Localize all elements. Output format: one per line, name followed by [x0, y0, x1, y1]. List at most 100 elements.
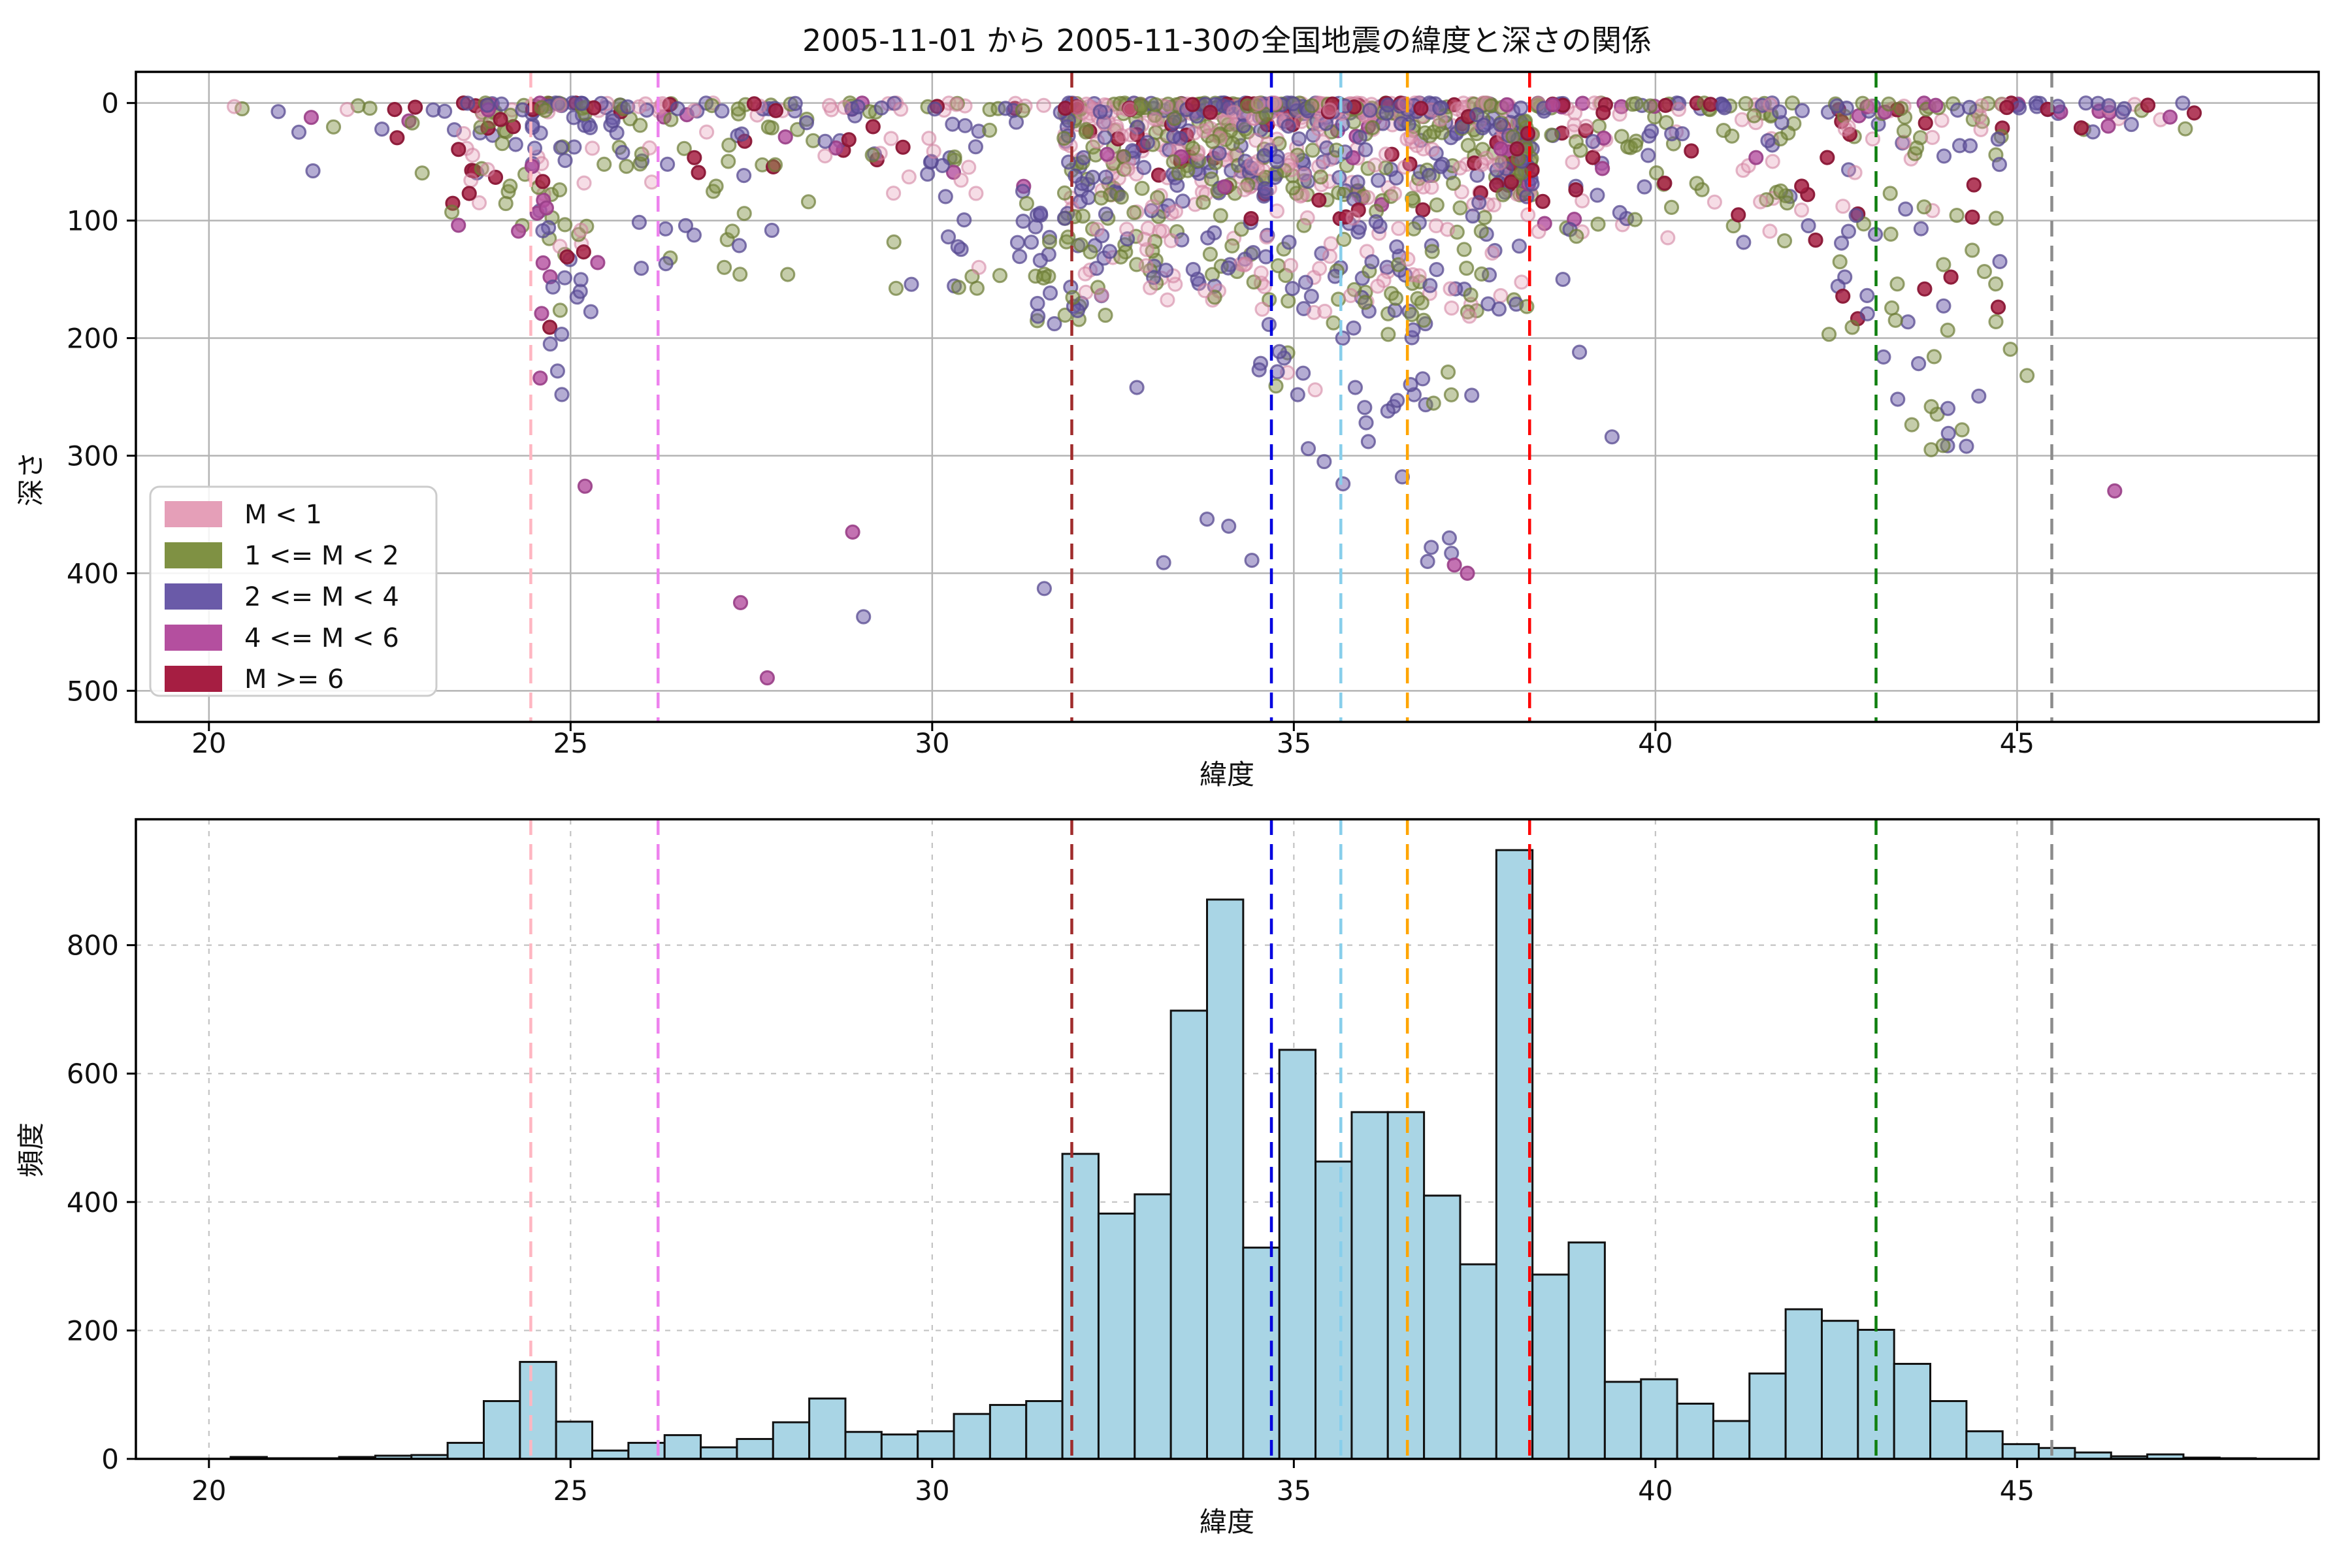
scatter-point	[1307, 382, 1323, 398]
scatter-point	[1471, 195, 1487, 210]
scatter-point	[1469, 107, 1485, 123]
scatter-point	[1898, 201, 1914, 217]
scatter-point	[1505, 129, 1521, 144]
scatter-point	[1446, 175, 1462, 191]
scatter-point	[1093, 190, 1109, 206]
scatter-point	[1923, 399, 1939, 415]
hist-xaxis-label: 緯度	[1200, 1506, 1254, 1538]
x-tick-label: 45	[2000, 1475, 2034, 1507]
scatter-point	[1296, 167, 1312, 183]
scatter-point	[736, 168, 752, 184]
scatter-point	[1460, 565, 1475, 581]
scatter-point	[532, 370, 548, 386]
scatter-point	[1145, 199, 1160, 214]
scatter-point	[1311, 192, 1327, 208]
scatter-point	[730, 101, 746, 117]
scatter-point	[1793, 202, 1810, 218]
scatter-point	[1524, 176, 1540, 192]
scatter-point	[927, 101, 943, 117]
scatter-point	[1478, 150, 1494, 166]
scatter-point	[1794, 103, 1810, 118]
scatter-point	[1628, 96, 1644, 112]
scatter-point	[1362, 103, 1378, 118]
histogram-bar	[591, 1449, 630, 1460]
scatter-point	[1147, 112, 1163, 127]
scatter-point	[1832, 254, 1848, 270]
scatter-point	[1254, 301, 1270, 317]
scatter-point	[1657, 175, 1673, 191]
scatter-point	[1918, 115, 1933, 131]
scatter-point	[1520, 125, 1536, 141]
scatter-point	[1326, 315, 1341, 331]
scatter-point	[460, 95, 476, 111]
scatter-point	[777, 129, 793, 145]
scatter-point	[841, 132, 857, 148]
scatter-point	[1299, 210, 1315, 225]
scatter-point	[1492, 155, 1507, 171]
scatter-point	[493, 96, 510, 112]
scatter-point	[325, 119, 342, 135]
scatter-point	[1748, 150, 1764, 165]
legend-swatch-green	[165, 542, 222, 568]
scatter-point	[1689, 176, 1705, 191]
scatter-point	[1642, 98, 1658, 114]
scatter-point	[619, 159, 634, 174]
scatter-point	[1433, 159, 1448, 174]
scatter-point	[577, 478, 593, 494]
histogram-bar	[1061, 1152, 1100, 1460]
histogram-bar	[917, 1430, 955, 1460]
scatter-point	[1313, 169, 1329, 185]
scatter-point	[1821, 327, 1837, 342]
scatter-point	[1545, 97, 1561, 113]
scatter-point	[1099, 146, 1115, 162]
histogram-bar	[1206, 898, 1245, 1460]
scatter-point	[631, 99, 647, 114]
y-tick-label: 0	[101, 88, 119, 120]
scatter-point	[1452, 160, 1468, 176]
scatter-point	[1389, 239, 1405, 255]
scatter-point	[2050, 99, 2066, 114]
scatter-point	[1464, 387, 1480, 403]
scatter-point	[1990, 131, 2006, 147]
histogram-bar	[1640, 1378, 1678, 1460]
scatter-point	[1032, 253, 1048, 269]
scatter-point	[389, 130, 405, 146]
scatter-point	[864, 147, 880, 163]
histogram-bar	[1531, 1273, 1570, 1460]
scatter-point	[1303, 288, 1319, 304]
scatter-yaxis-label: 深さ	[15, 451, 47, 506]
scatter-point	[1244, 156, 1260, 172]
scatter-point	[1424, 540, 1439, 555]
scatter-point	[451, 218, 466, 233]
scatter-point	[573, 272, 589, 287]
y-tick-label: 300	[67, 440, 119, 472]
scatter-point	[1962, 138, 1978, 154]
scatter-point	[1595, 105, 1611, 121]
scatter-point	[1671, 101, 1687, 117]
scatter-point	[1794, 178, 1810, 194]
scatter-point	[732, 595, 749, 611]
x-tick-label: 20	[191, 727, 226, 759]
scatter-point	[1991, 157, 2007, 172]
scatter-point	[1281, 293, 1296, 309]
scatter-point	[956, 212, 972, 228]
scatter-point	[1424, 179, 1439, 195]
scatter-point	[1473, 223, 1489, 239]
y-tick-label: 500	[67, 675, 119, 707]
y-tick-label: 200	[67, 1315, 119, 1347]
scatter-point	[1971, 388, 1987, 404]
scatter-point	[1949, 208, 1965, 223]
scatter-point	[1513, 100, 1529, 116]
scatter-point	[1358, 142, 1373, 157]
scatter-point	[938, 189, 953, 204]
scatter-point	[1520, 207, 1536, 223]
scatter-point	[1493, 287, 1509, 304]
scatter-point	[559, 249, 575, 265]
scatter-point	[800, 194, 817, 210]
scatter-point	[1568, 182, 1584, 198]
scatter-point	[584, 140, 600, 156]
scatter-point	[1555, 272, 1571, 287]
scatter-point	[1042, 285, 1058, 301]
histogram-bar	[1712, 1420, 1751, 1460]
legend-label-orchid: 4 <= M < 6	[244, 623, 399, 653]
